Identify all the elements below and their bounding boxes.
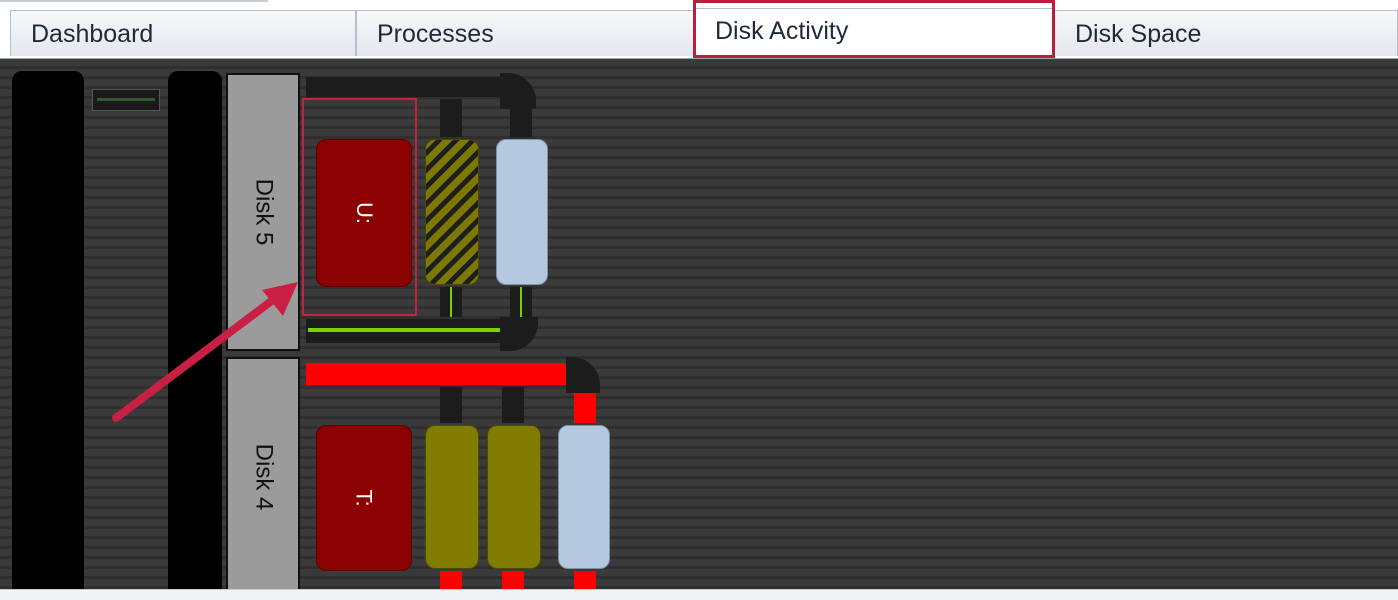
annotation-arrow-layer xyxy=(112,282,298,422)
annotation-arrow-shaft xyxy=(112,292,282,422)
